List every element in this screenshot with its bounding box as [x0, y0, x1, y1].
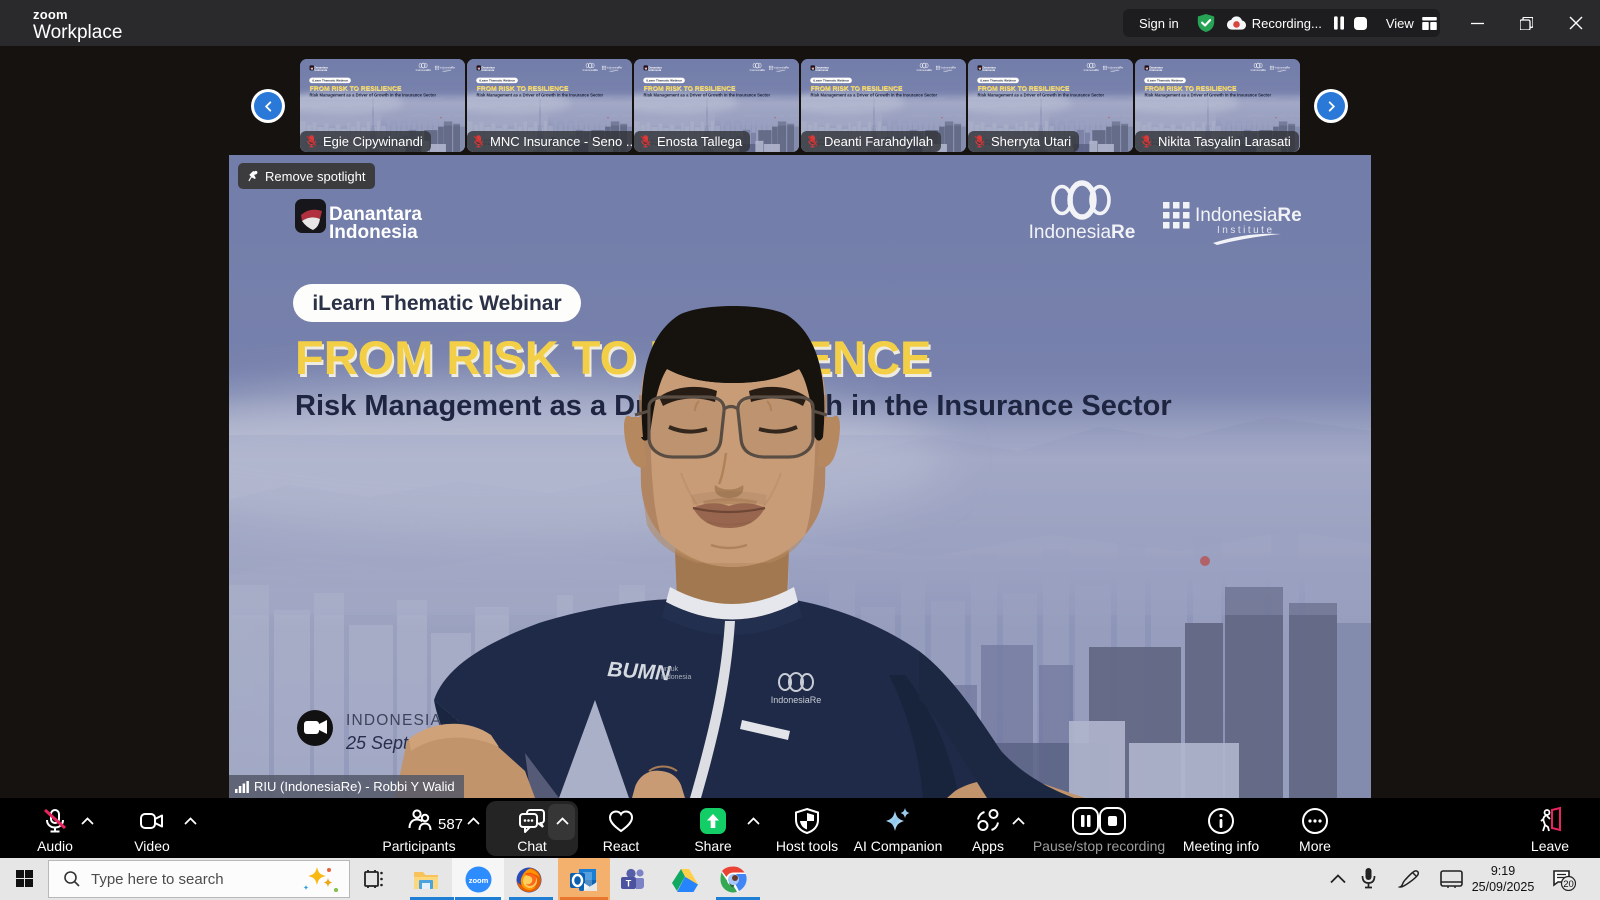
svg-text:IndonesiaRe: IndonesiaRe: [771, 695, 822, 705]
svg-text:T: T: [626, 879, 632, 889]
svg-text:untuk: untuk: [661, 666, 679, 673]
svg-text:20: 20: [1563, 879, 1574, 890]
svg-text:Indonesia: Indonesia: [661, 674, 691, 681]
svg-text:zoom: zoom: [469, 876, 489, 885]
